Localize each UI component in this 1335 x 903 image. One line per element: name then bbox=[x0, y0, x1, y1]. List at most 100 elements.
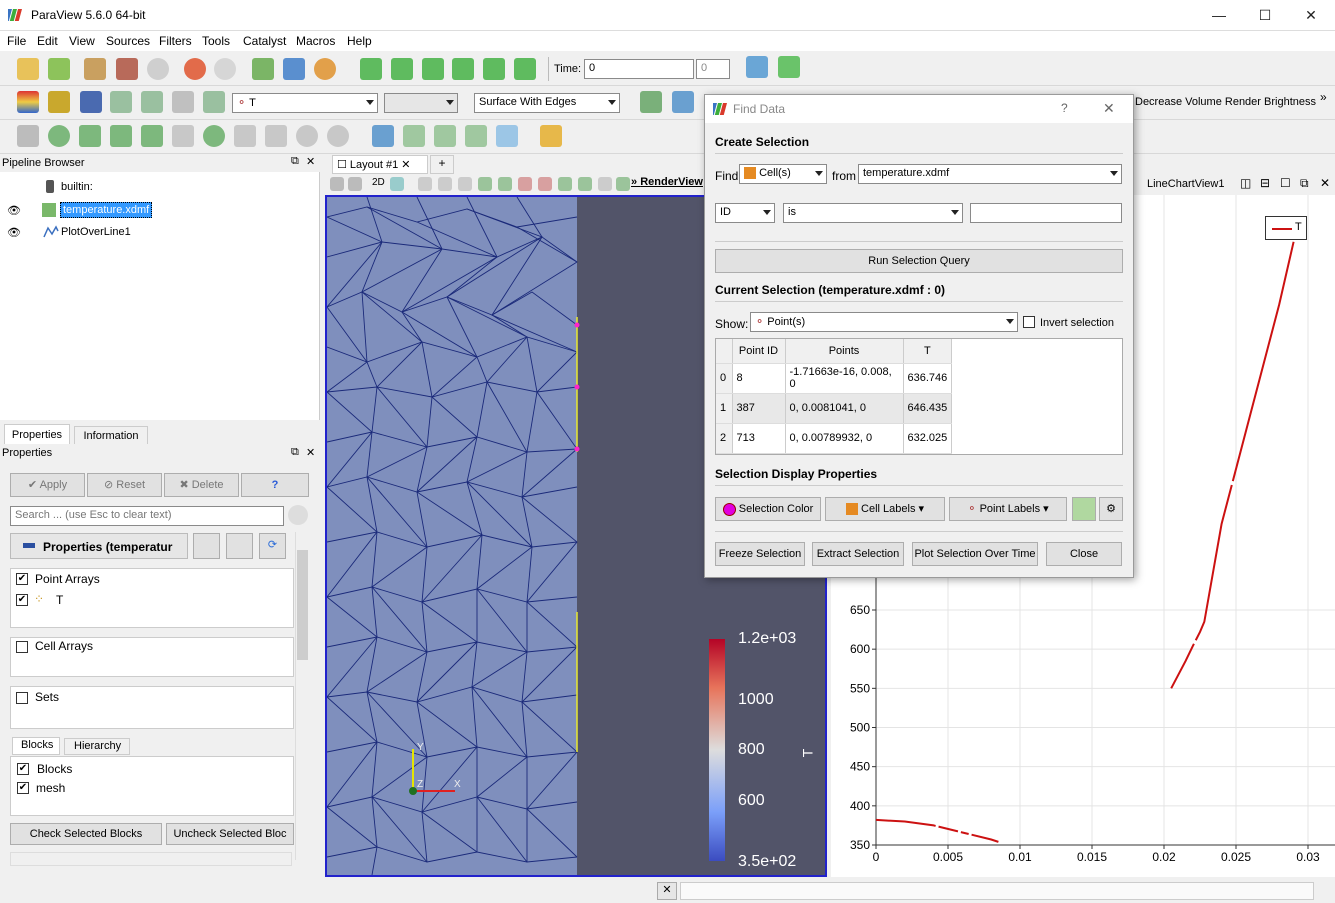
probe-icon[interactable] bbox=[496, 125, 518, 147]
threshold-icon[interactable] bbox=[141, 125, 163, 147]
first-frame-icon[interactable] bbox=[360, 58, 382, 80]
pick-center-icon[interactable] bbox=[616, 177, 630, 191]
properties-section-header[interactable]: Properties (temperatur bbox=[10, 533, 188, 559]
tab-properties[interactable]: Properties bbox=[4, 424, 70, 444]
uncheck-selected-blocks-button[interactable]: Uncheck Selected Bloc bbox=[166, 823, 294, 845]
query-value-input[interactable] bbox=[970, 203, 1122, 223]
toolbar-overflow-icon[interactable]: » bbox=[1320, 90, 1327, 104]
pipeline-item-builtin[interactable]: builtin: bbox=[61, 181, 93, 193]
eye-visible-icon[interactable]: 👁 bbox=[7, 204, 21, 217]
edit-color-map-icon[interactable] bbox=[48, 91, 70, 113]
color-array-combo[interactable]: ⚬ T bbox=[232, 93, 378, 113]
table-row[interactable]: 1 387 0, 0.0081041, 0 646.435 bbox=[716, 393, 953, 424]
float-panel-icon[interactable]: ⧉ bbox=[291, 155, 299, 168]
gear-icon[interactable]: ⚙ bbox=[1099, 497, 1123, 521]
properties-search-input[interactable]: Search ... (use Esc to clear text) bbox=[10, 506, 284, 526]
menu-sources[interactable]: Sources bbox=[106, 34, 150, 48]
apply-button[interactable]: ✔ Apply bbox=[10, 473, 85, 497]
contour-icon[interactable] bbox=[48, 125, 70, 147]
toggle-2d-button[interactable]: 2D bbox=[372, 177, 385, 188]
pipeline-item-temperature[interactable]: temperature.xdmf bbox=[60, 202, 153, 218]
close-tab-icon[interactable]: ✕ bbox=[398, 159, 410, 171]
split-vertical-icon[interactable]: ⊟ bbox=[1260, 176, 1270, 190]
play-icon[interactable] bbox=[422, 58, 444, 80]
open-file-icon[interactable] bbox=[17, 58, 39, 80]
decrease-volume-brightness[interactable]: Decrease Volume Render Brightness bbox=[1135, 96, 1316, 108]
point-labels-button[interactable]: ⚬ Point Labels ▾ bbox=[949, 497, 1067, 521]
split-horizontal-icon[interactable]: ◫ bbox=[1240, 176, 1251, 190]
paste-params-button[interactable] bbox=[226, 533, 253, 559]
mesh-checkbox[interactable]: ✔ bbox=[17, 782, 29, 794]
menu-edit[interactable]: Edit bbox=[37, 34, 58, 48]
warp-vector-icon[interactable] bbox=[265, 125, 287, 147]
extract-selection-button[interactable]: Extract Selection bbox=[812, 542, 904, 566]
cell-arrays-checkbox[interactable] bbox=[16, 641, 28, 653]
gear-icon[interactable] bbox=[288, 505, 308, 525]
cell-labels-button[interactable]: Cell Labels ▾ bbox=[825, 497, 945, 521]
tab-blocks[interactable]: Blocks bbox=[12, 737, 60, 755]
time-input[interactable]: 0 bbox=[584, 59, 694, 79]
close-panel-icon[interactable]: ✕ bbox=[306, 155, 315, 168]
spreadsheet-icon[interactable] bbox=[1072, 497, 1096, 521]
interactive-select-icon[interactable] bbox=[478, 177, 492, 191]
time-index-spinbox[interactable]: 0 bbox=[696, 59, 730, 79]
show-hide-icon[interactable] bbox=[203, 91, 225, 113]
header-points[interactable]: Points bbox=[785, 339, 904, 364]
ruler-icon[interactable] bbox=[540, 125, 562, 147]
auto-apply-icon[interactable] bbox=[147, 58, 169, 80]
help-button[interactable]: ? bbox=[241, 473, 309, 497]
sets-checkbox[interactable] bbox=[16, 692, 28, 704]
array-T-checkbox[interactable]: ✔ bbox=[16, 594, 28, 606]
plot-selection-over-time-button[interactable]: Plot Selection Over Time bbox=[912, 542, 1038, 566]
stream-tracer-icon[interactable] bbox=[234, 125, 256, 147]
select-points-on-icon[interactable] bbox=[403, 125, 425, 147]
extract-subset-icon[interactable] bbox=[172, 125, 194, 147]
select-cells-on-icon[interactable] bbox=[372, 125, 394, 147]
point-arrays-checkbox[interactable]: ✔ bbox=[16, 573, 28, 585]
reset-range-icon[interactable] bbox=[80, 91, 102, 113]
save-screenshot-icon[interactable] bbox=[283, 58, 305, 80]
polygon-select-icon[interactable] bbox=[498, 177, 512, 191]
camera-icon[interactable] bbox=[390, 177, 404, 191]
zoom-to-data-icon[interactable] bbox=[672, 91, 694, 113]
tab-hierarchy[interactable]: Hierarchy bbox=[64, 738, 130, 755]
dialog-help-button[interactable]: ? bbox=[1061, 101, 1068, 115]
calculator-icon[interactable] bbox=[17, 125, 39, 147]
float-panel-icon[interactable]: ⧉ bbox=[291, 446, 299, 459]
table-row[interactable]: 2 713 0, 0.00789932, 0 632.025 bbox=[716, 423, 953, 454]
menu-filters[interactable]: Filters bbox=[159, 34, 192, 48]
maximize-view-icon[interactable]: ☐ bbox=[1280, 176, 1291, 190]
reset-camera-icon[interactable] bbox=[640, 91, 662, 113]
color-legend-icon[interactable] bbox=[17, 91, 39, 113]
view-capture-icon[interactable] bbox=[330, 177, 344, 191]
hover-points-icon[interactable] bbox=[578, 177, 592, 191]
loop-icon[interactable] bbox=[514, 58, 536, 80]
maximize-button[interactable]: ☐ bbox=[1242, 0, 1288, 30]
disconnect-icon[interactable] bbox=[116, 58, 138, 80]
header-T[interactable]: T bbox=[903, 339, 953, 364]
palette-icon[interactable] bbox=[314, 58, 336, 80]
float-view-icon[interactable]: ⧉ bbox=[1300, 176, 1309, 191]
hover-cells-icon[interactable] bbox=[558, 177, 572, 191]
close-window-button[interactable]: ✕ bbox=[1288, 0, 1334, 30]
eye-visible-icon[interactable]: 👁 bbox=[7, 226, 21, 239]
menu-catalyst[interactable]: Catalyst bbox=[243, 34, 286, 48]
representation-combo[interactable]: Surface With Edges bbox=[474, 93, 620, 113]
add-layout-tab[interactable]: + bbox=[430, 155, 454, 174]
query-operator-combo[interactable]: is bbox=[783, 203, 963, 223]
close-view-icon[interactable]: ✕ bbox=[1320, 176, 1330, 190]
camera-reset-icon[interactable] bbox=[252, 58, 274, 80]
component-combo[interactable] bbox=[384, 93, 458, 113]
load-state-icon[interactable] bbox=[48, 58, 70, 80]
glyph-icon[interactable] bbox=[203, 125, 225, 147]
rescale-temporal-icon[interactable] bbox=[172, 91, 194, 113]
run-selection-query-button[interactable]: Run Selection Query bbox=[715, 249, 1123, 273]
grow-selection-icon[interactable] bbox=[518, 177, 532, 191]
properties-horizontal-scrollbar[interactable] bbox=[10, 852, 292, 866]
delete-button[interactable]: ✖ Delete bbox=[164, 473, 239, 497]
histogram-icon[interactable] bbox=[465, 125, 487, 147]
rescale-custom-icon[interactable] bbox=[110, 91, 132, 113]
tab-information[interactable]: Information bbox=[74, 426, 148, 444]
refresh-button[interactable]: ⟳ bbox=[259, 533, 286, 559]
table-row[interactable]: 0 8 -1.71663e-16, 0.008, 0 636.746 bbox=[716, 363, 953, 394]
